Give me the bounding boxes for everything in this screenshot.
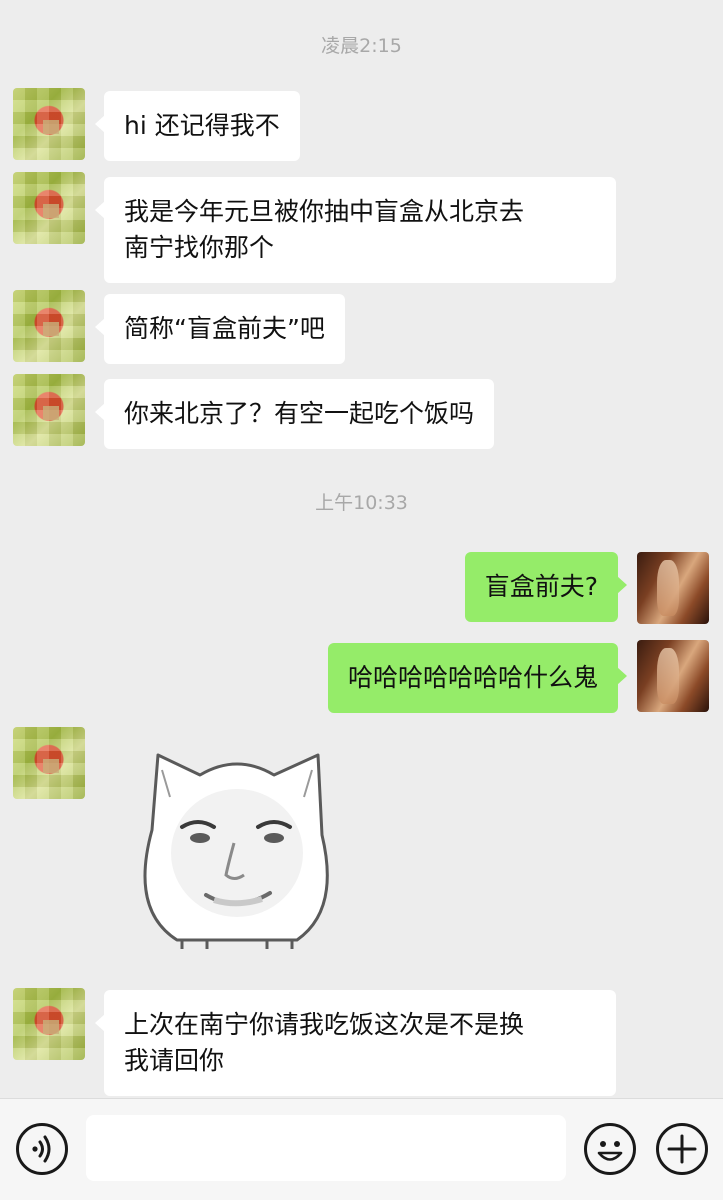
contact-avatar[interactable] (13, 88, 85, 160)
message-text: 哈哈哈哈哈哈哈什么鬼 (347, 663, 598, 692)
voice-button[interactable] (16, 1123, 68, 1175)
message-text-line: 我请回你 (124, 1046, 225, 1075)
cat-face-meme-sticker[interactable] (122, 735, 352, 955)
timestamp: 凌晨2:15 (321, 35, 402, 57)
message-text-line: 南宁找你那个 (124, 233, 275, 262)
message-input[interactable] (86, 1115, 566, 1181)
emoji-button[interactable] (584, 1123, 636, 1175)
message-bubble-received[interactable]: hi 还记得我不 (95, 91, 300, 161)
message-bubble-received[interactable]: 上次在南宁你请我吃饭这次是不是换 我请回你 (95, 990, 616, 1096)
message-bubble-received[interactable]: 简称“盲盒前夫”吧 (95, 294, 345, 364)
message-bubble-sent[interactable]: 哈哈哈哈哈哈哈什么鬼 (327, 643, 628, 713)
message-text: hi 还记得我不 (124, 111, 280, 140)
timestamp: 上午10:33 (315, 492, 408, 514)
plus-icon (667, 1134, 697, 1164)
message-bubble-received[interactable]: 你来北京了？有空一起吃个饭吗 (94, 379, 495, 449)
message-text: 简称“盲盒前夫”吧 (124, 314, 325, 343)
contact-avatar[interactable] (13, 374, 85, 446)
chat-screen: 凌晨2:15 hi 还记得我不 我是今年元旦被你抽中盲盒从北京去 南宁找你那个 … (0, 0, 723, 1200)
input-bar (0, 1098, 723, 1200)
plus-button[interactable] (656, 1123, 708, 1175)
contact-avatar[interactable] (13, 172, 85, 244)
my-avatar[interactable] (637, 552, 709, 624)
my-avatar[interactable] (637, 640, 709, 712)
contact-avatar[interactable] (13, 988, 85, 1060)
message-bubble-received[interactable]: 我是今年元旦被你抽中盲盒从北京去 南宁找你那个 (95, 177, 616, 283)
message-bubble-sent[interactable]: 盲盒前夫? (464, 552, 628, 622)
voice-icon (32, 1135, 51, 1163)
message-text: 你来北京了？有空一起吃个饭吗 (124, 399, 475, 428)
message-text-line: 上次在南宁你请我吃饭这次是不是换 (124, 1010, 525, 1039)
message-text-line: 我是今年元旦被你抽中盲盒从北京去 (124, 197, 525, 226)
contact-avatar[interactable] (13, 290, 85, 362)
contact-avatar[interactable] (13, 727, 85, 799)
message-text: 盲盒前夫? (484, 572, 598, 601)
emoji-icon (597, 1141, 623, 1161)
